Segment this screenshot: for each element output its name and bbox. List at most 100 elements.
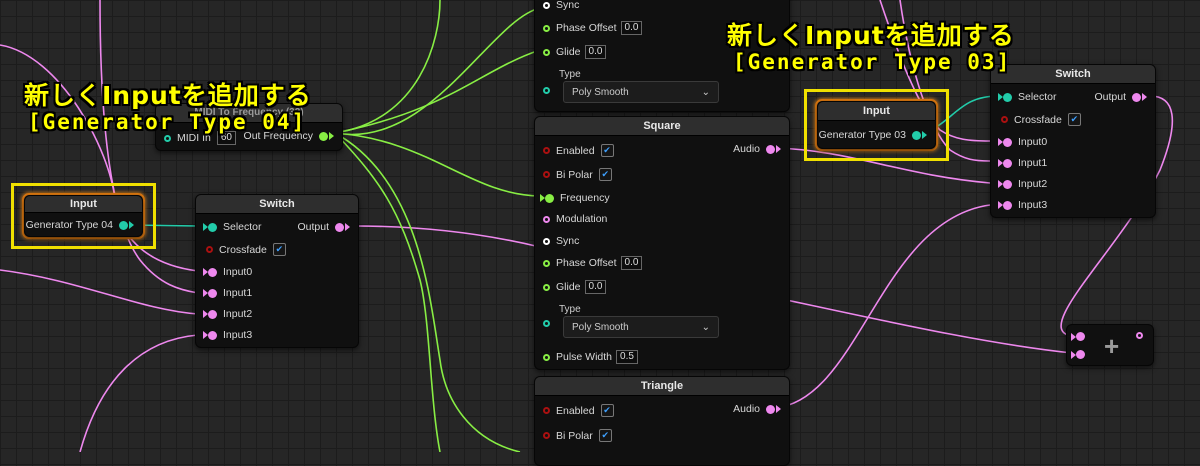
square-oscillator-node[interactable]: Square Enabled ✔ Audio Bi Polar ✔ Freque… — [534, 116, 790, 370]
triangle-oscillator-node[interactable]: Triangle Enabled ✔ Audio Bi Polar ✔ — [534, 376, 790, 466]
audio-input-icon — [1003, 158, 1012, 168]
input-node-generator-type-03[interactable]: Input Generator Type 03 — [817, 101, 936, 149]
pin-generator-type-04[interactable]: Generator Type 04 — [26, 219, 134, 231]
arrow-icon — [922, 131, 927, 139]
pin-type[interactable] — [543, 87, 550, 94]
pin-audio-out[interactable]: Audio — [733, 143, 781, 155]
pin-enabled[interactable]: Enabled ✔ — [543, 404, 614, 417]
pin-selector[interactable]: Selector — [203, 221, 262, 233]
pin-phase-offset[interactable]: Phase Offset 0.0 — [543, 21, 643, 35]
pin-label: Output — [297, 221, 329, 233]
enum-input-icon — [543, 320, 550, 327]
pin-input0[interactable]: Input0 — [998, 136, 1047, 148]
int-input-icon — [1003, 92, 1012, 102]
pin-label: Crossfade — [1014, 113, 1062, 126]
arrow-icon — [1142, 93, 1147, 101]
bipolar-checkbox[interactable]: ✔ — [598, 429, 612, 442]
glide-value[interactable]: 0.0 — [584, 280, 607, 294]
audio-output-icon — [766, 404, 775, 414]
switch-node-left[interactable]: Switch Selector Output Crossfade ✔ Input… — [195, 194, 359, 348]
pin-input2[interactable]: Input2 — [998, 178, 1047, 190]
audio-output-icon — [1132, 92, 1141, 102]
audio-output-icon — [766, 144, 775, 154]
pin-label: Generator Type 04 — [25, 219, 113, 231]
pin-label: Audio — [733, 403, 760, 415]
switch-node-right[interactable]: Switch Selector Output Crossfade ✔ Input… — [990, 64, 1156, 218]
pin-label: Glide — [556, 46, 581, 58]
pin-input3[interactable]: Input3 — [203, 329, 252, 341]
chevron-down-icon: ⌄ — [701, 86, 710, 98]
pin-label: Input2 — [223, 308, 253, 320]
pin-type-label: Type — [559, 304, 581, 315]
pin-output[interactable]: Output — [297, 221, 350, 233]
pin-enabled[interactable]: Enabled ✔ — [543, 144, 614, 157]
crossfade-checkbox[interactable]: ✔ — [1067, 113, 1081, 126]
node-title: Input — [818, 102, 935, 121]
type-dropdown[interactable]: Poly Smooth ⌄ — [563, 81, 719, 103]
float-input-icon — [543, 353, 550, 361]
float-input-icon — [545, 193, 554, 203]
pin-type-label: Type — [559, 69, 581, 80]
type-dropdown-value: Poly Smooth — [572, 321, 629, 333]
bool-input-icon — [543, 407, 550, 414]
pin-label: Enabled — [556, 144, 595, 157]
pulse-width-value[interactable]: 0.5 — [616, 350, 638, 364]
bool-input-icon — [543, 147, 550, 154]
pin-add-input-b[interactable] — [1071, 350, 1085, 359]
node-title: Switch — [991, 65, 1155, 84]
bool-input-icon — [543, 171, 550, 178]
int-input-icon — [208, 222, 217, 232]
pin-type[interactable] — [543, 320, 550, 327]
pin-output[interactable]: Output — [1094, 91, 1147, 103]
phase-offset-value[interactable]: 0.0 — [620, 21, 643, 35]
type-dropdown[interactable]: Poly Smooth ⌄ — [563, 316, 719, 338]
pin-label: Input3 — [223, 329, 253, 341]
pin-frequency[interactable]: Frequency — [540, 192, 610, 204]
pin-bipolar[interactable]: Bi Polar ✔ — [543, 429, 612, 442]
pin-phase-offset[interactable]: Phase Offset 0.0 — [543, 256, 643, 270]
node-title: Square — [535, 117, 789, 136]
pin-label: Phase Offset — [556, 22, 617, 34]
pin-generator-type-03[interactable]: Generator Type 03 — [819, 129, 927, 141]
pin-glide[interactable]: Glide 0.0 — [543, 45, 607, 59]
pin-pulse-width[interactable]: Pulse Width 0.5 — [543, 350, 638, 364]
pin-input1[interactable]: Input1 — [203, 287, 252, 299]
pin-crossfade[interactable]: Crossfade ✔ — [1001, 113, 1081, 126]
pin-label: Sync — [556, 0, 580, 11]
pin-input2[interactable]: Input2 — [203, 308, 252, 320]
pin-input0[interactable]: Input0 — [203, 266, 252, 278]
bipolar-checkbox[interactable]: ✔ — [598, 168, 612, 181]
pin-audio-out[interactable]: Audio — [733, 403, 781, 415]
pin-sync[interactable]: Sync — [543, 235, 579, 247]
pin-label: Pulse Width — [556, 351, 613, 363]
pin-glide[interactable]: Glide 0.0 — [543, 280, 607, 294]
pin-add-input-a[interactable] — [1071, 332, 1085, 341]
enabled-checkbox[interactable]: ✔ — [600, 404, 614, 417]
enabled-checkbox[interactable]: ✔ — [600, 144, 614, 157]
pin-add-output[interactable] — [1136, 332, 1143, 339]
node-title: Input — [25, 196, 142, 213]
pin-modulation[interactable]: Modulation — [543, 213, 607, 225]
pin-label: Glide — [556, 281, 581, 293]
pin-crossfade[interactable]: Crossfade ✔ — [206, 243, 286, 256]
arrow-icon — [776, 145, 781, 153]
pin-sync[interactable]: Sync — [543, 0, 579, 11]
pin-label: Enabled — [556, 404, 595, 417]
glide-value[interactable]: 0.0 — [584, 45, 607, 59]
plus-icon: + — [1104, 331, 1120, 361]
wire — [334, 0, 441, 134]
annotation-left-line1: 新しくInputを追加する — [24, 81, 312, 110]
arrow-icon — [345, 223, 350, 231]
node-title: Triangle — [535, 377, 789, 396]
crossfade-checkbox[interactable]: ✔ — [272, 243, 286, 256]
input-node-generator-type-04[interactable]: Input Generator Type 04 — [24, 195, 143, 237]
phase-offset-value[interactable]: 0.0 — [620, 256, 643, 270]
pin-input1[interactable]: Input1 — [998, 157, 1047, 169]
annotation-right-line1: 新しくInputを追加する — [727, 21, 1015, 50]
pin-bipolar[interactable]: Bi Polar ✔ — [543, 168, 612, 181]
wire — [354, 225, 541, 248]
wire — [79, 334, 199, 452]
pin-selector[interactable]: Selector — [998, 91, 1057, 103]
pin-input3[interactable]: Input3 — [998, 199, 1047, 211]
audio-input-icon — [1003, 137, 1012, 147]
